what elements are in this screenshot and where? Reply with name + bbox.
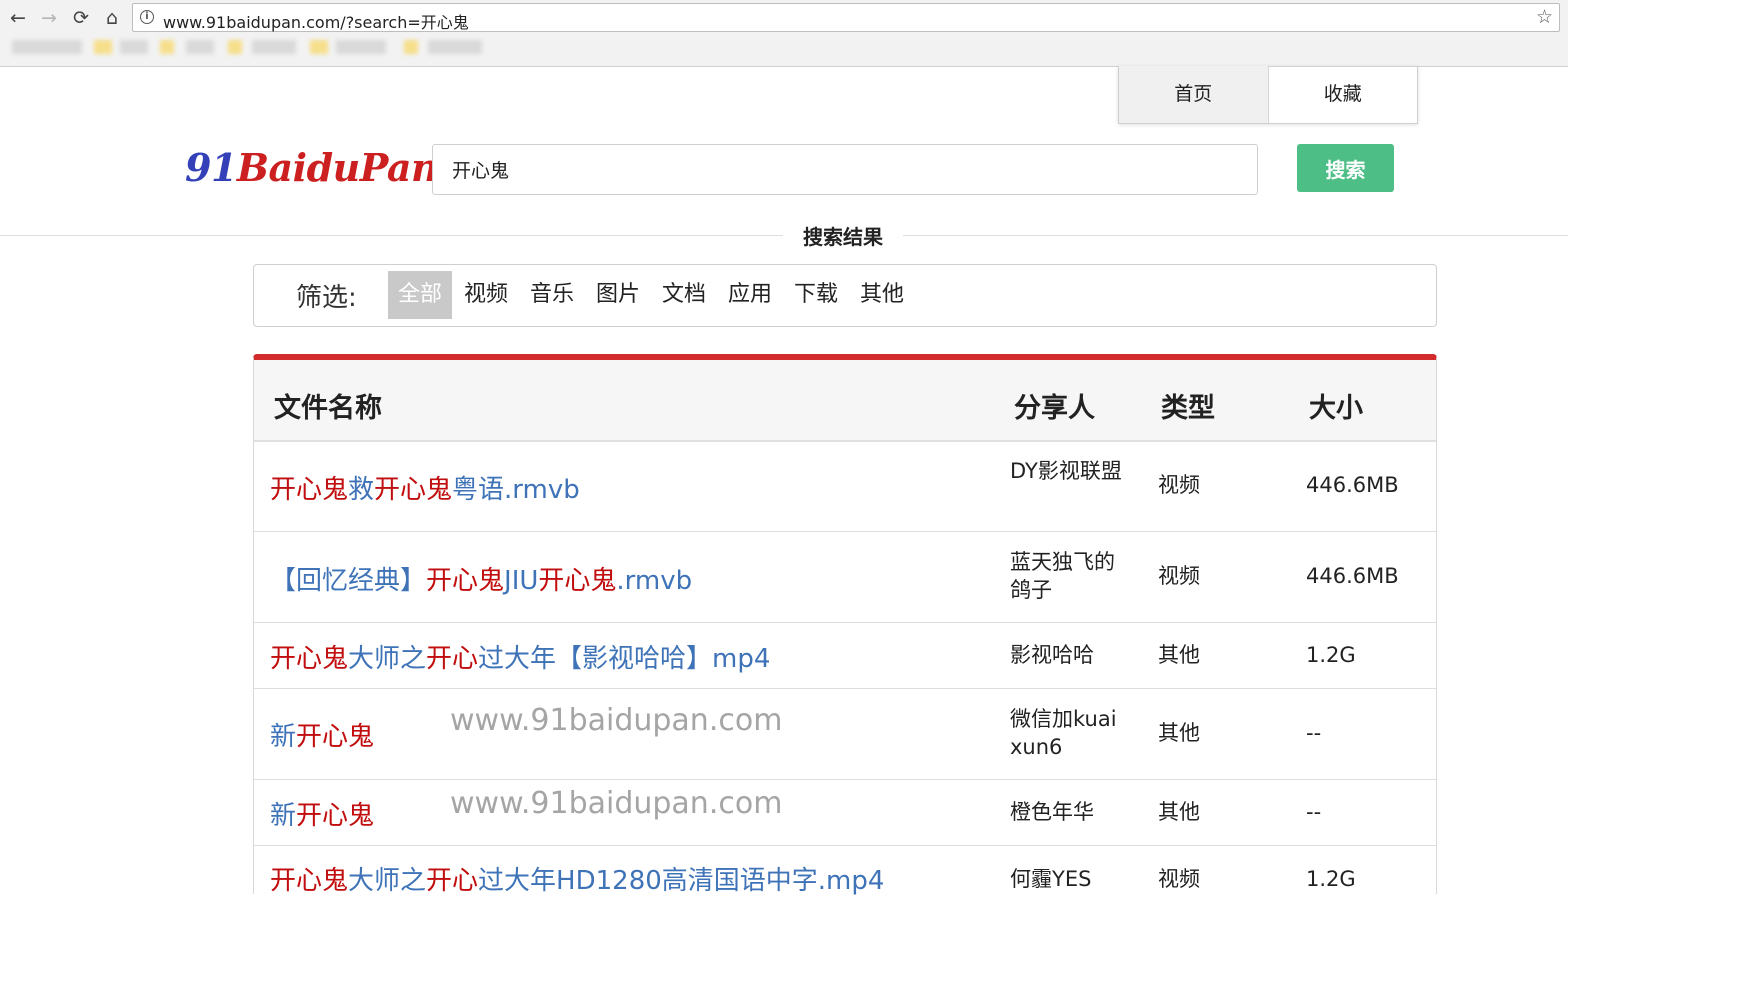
bookmark-item[interactable] bbox=[310, 40, 328, 54]
home-icon[interactable]: ⌂ bbox=[99, 5, 125, 31]
type-cell: 其他 bbox=[1158, 800, 1200, 824]
file-name-text[interactable]: 大师之 bbox=[348, 644, 426, 674]
filter-other[interactable]: 其他 bbox=[850, 271, 914, 319]
info-icon[interactable]: i bbox=[140, 10, 154, 24]
size-cell: 1.2G bbox=[1306, 643, 1356, 667]
bookmark-item[interactable] bbox=[404, 40, 418, 54]
filter-document[interactable]: 文档 bbox=[652, 271, 716, 319]
results-table: 文件名称 分享人 类型 大小 开心鬼救开心鬼粤语.rmvb DY影视联盟 视频 … bbox=[253, 354, 1437, 896]
address-url[interactable]: www.91baidupan.com/?search=开心鬼 bbox=[163, 9, 469, 33]
file-name-text[interactable]: 粤语.rmvb bbox=[452, 475, 580, 505]
search-button[interactable]: 搜索 bbox=[1297, 144, 1394, 192]
size-cell: 1.2G bbox=[1306, 867, 1356, 891]
bookmark-item[interactable] bbox=[428, 40, 482, 54]
bookmark-item[interactable] bbox=[186, 40, 214, 54]
header-type: 类型 bbox=[1161, 393, 1215, 424]
filter-label: 筛选: bbox=[296, 283, 357, 313]
table-header: 文件名称 分享人 类型 大小 bbox=[254, 360, 1436, 442]
file-name-text[interactable]: JIU bbox=[504, 566, 538, 596]
sharer-cell: 微信加kuaixun6 bbox=[1010, 707, 1117, 759]
file-name-text[interactable]: 过大年HD1280高清国语中字.mp4 bbox=[478, 866, 884, 896]
file-name-text[interactable]: 救 bbox=[348, 475, 374, 505]
file-name-text[interactable]: 大师之 bbox=[348, 866, 426, 896]
results-title: 搜索结果 bbox=[783, 221, 903, 250]
filter-bar: 筛选: 全部 视频 音乐 图片 文档 应用 下载 其他 bbox=[253, 264, 1437, 327]
type-cell: 视频 bbox=[1158, 564, 1200, 588]
table-row[interactable]: 新开心鬼 www.91baidupan.com 橙色年华 其他 -- bbox=[254, 780, 1436, 846]
bookmark-star-icon[interactable]: ☆ bbox=[1536, 6, 1553, 28]
file-name-link[interactable]: 开心鬼救开心鬼粤语.rmvb bbox=[270, 469, 580, 506]
browser-chrome: ← → ⟳ ⌂ i www.91baidupan.com/?search=开心鬼… bbox=[0, 0, 1568, 67]
filter-download[interactable]: 下载 bbox=[784, 271, 848, 319]
sharer-cell: 蓝天独飞的鸽子 bbox=[1010, 550, 1115, 602]
type-cell: 视频 bbox=[1158, 867, 1200, 891]
forward-icon[interactable]: → bbox=[36, 5, 62, 31]
bookmark-item[interactable] bbox=[12, 40, 82, 54]
header-name: 文件名称 bbox=[274, 393, 382, 424]
file-name-text[interactable]: 新 bbox=[270, 801, 296, 831]
bookmarks-bar bbox=[0, 36, 1568, 64]
table-row[interactable]: 开心鬼大师之开心过大年【影视哈哈】mp4 影视哈哈 其他 1.2G bbox=[254, 623, 1436, 689]
header-size: 大小 bbox=[1309, 393, 1363, 424]
watermark: www.91baidupan.com bbox=[450, 786, 783, 821]
keyword-highlight[interactable]: 开心 bbox=[426, 644, 478, 674]
type-cell: 其他 bbox=[1158, 721, 1200, 745]
watermark: www.91baidupan.com bbox=[450, 703, 783, 738]
keyword-highlight[interactable]: 开心鬼 bbox=[270, 644, 348, 674]
file-name-text[interactable]: 【回忆经典】 bbox=[270, 566, 426, 596]
bookmark-item[interactable] bbox=[94, 40, 112, 54]
sharer-cell: 何霾YES bbox=[1010, 867, 1092, 891]
file-name-text[interactable]: 过大年【影视哈哈】mp4 bbox=[478, 644, 770, 674]
filter-app[interactable]: 应用 bbox=[718, 271, 782, 319]
size-cell: -- bbox=[1306, 721, 1322, 745]
bookmark-item[interactable] bbox=[120, 40, 148, 54]
size-cell: 446.6MB bbox=[1306, 564, 1399, 588]
bookmark-item[interactable] bbox=[252, 40, 296, 54]
file-name-link[interactable]: 开心鬼大师之开心过大年【影视哈哈】mp4 bbox=[270, 638, 770, 675]
back-icon[interactable]: ← bbox=[5, 5, 31, 31]
file-name-text[interactable]: 新 bbox=[270, 722, 296, 752]
keyword-highlight[interactable]: 开心鬼 bbox=[296, 801, 374, 831]
keyword-highlight[interactable]: 开心鬼 bbox=[270, 866, 348, 896]
header-sharer: 分享人 bbox=[1014, 393, 1095, 424]
sharer-cell: DY影视联盟 bbox=[1010, 459, 1122, 483]
tab-home[interactable]: 首页 bbox=[1119, 66, 1269, 123]
top-nav: 首页 收藏 bbox=[1118, 66, 1418, 124]
filter-all[interactable]: 全部 bbox=[388, 271, 453, 319]
keyword-highlight[interactable]: 开心鬼 bbox=[538, 566, 616, 596]
keyword-highlight[interactable]: 开心 bbox=[426, 866, 478, 896]
filter-image[interactable]: 图片 bbox=[586, 271, 650, 319]
filter-music[interactable]: 音乐 bbox=[520, 271, 584, 319]
table-row[interactable]: 【回忆经典】开心鬼JIU开心鬼.rmvb 蓝天独飞的鸽子 视频 446.6MB bbox=[254, 532, 1436, 623]
sharer-cell: 橙色年华 bbox=[1010, 800, 1094, 824]
table-row[interactable]: 新开心鬼 www.91baidupan.com 微信加kuaixun6 其他 -… bbox=[254, 689, 1436, 780]
site-logo[interactable]: 91BaiduPan bbox=[185, 145, 439, 190]
keyword-highlight[interactable]: 开心鬼 bbox=[296, 722, 374, 752]
bookmark-item[interactable] bbox=[336, 40, 386, 54]
address-bar[interactable]: i www.91baidupan.com/?search=开心鬼 ☆ bbox=[132, 3, 1560, 32]
reload-icon[interactable]: ⟳ bbox=[68, 5, 94, 31]
size-cell: -- bbox=[1306, 800, 1322, 824]
bookmark-item[interactable] bbox=[160, 40, 174, 54]
table-row[interactable]: 开心鬼大师之开心过大年HD1280高清国语中字.mp4 何霾YES 视频 1.2… bbox=[254, 846, 1436, 906]
table-row[interactable]: 开心鬼救开心鬼粤语.rmvb DY影视联盟 视频 446.6MB bbox=[254, 441, 1436, 532]
size-cell: 446.6MB bbox=[1306, 473, 1399, 497]
file-name-link[interactable]: 【回忆经典】开心鬼JIU开心鬼.rmvb bbox=[270, 560, 692, 597]
tab-favorites[interactable]: 收藏 bbox=[1269, 66, 1418, 123]
bookmark-item[interactable] bbox=[228, 40, 242, 54]
keyword-highlight[interactable]: 开心鬼 bbox=[426, 566, 504, 596]
keyword-highlight[interactable]: 开心鬼 bbox=[374, 475, 452, 505]
file-name-link[interactable]: 开心鬼大师之开心过大年HD1280高清国语中字.mp4 bbox=[270, 860, 884, 897]
file-name-text[interactable]: .rmvb bbox=[616, 566, 692, 596]
keyword-highlight[interactable]: 开心鬼 bbox=[270, 475, 348, 505]
type-cell: 视频 bbox=[1158, 473, 1200, 497]
file-name-link[interactable]: 新开心鬼 bbox=[270, 795, 374, 832]
filter-video[interactable]: 视频 bbox=[454, 271, 518, 319]
type-cell: 其他 bbox=[1158, 643, 1200, 667]
sharer-cell: 影视哈哈 bbox=[1010, 643, 1094, 667]
file-name-link[interactable]: 新开心鬼 bbox=[270, 716, 374, 753]
search-input[interactable] bbox=[432, 144, 1258, 195]
